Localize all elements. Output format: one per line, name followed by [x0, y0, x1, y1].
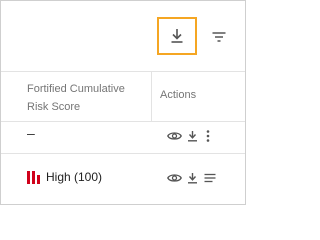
- header-divider: [1, 121, 245, 122]
- download-icon[interactable]: [187, 129, 198, 143]
- download-icon[interactable]: [187, 171, 198, 185]
- row-actions: [167, 171, 216, 185]
- table-top-divider: [1, 71, 245, 72]
- menu-lines-icon[interactable]: [204, 171, 216, 185]
- download-icon: [170, 28, 184, 44]
- download-button[interactable]: [157, 17, 197, 55]
- row-divider: [1, 153, 245, 154]
- more-vertical-icon[interactable]: [206, 129, 210, 143]
- filter-button[interactable]: [209, 27, 229, 47]
- risk-score-label: High (100): [46, 170, 103, 184]
- view-icon[interactable]: [167, 171, 182, 185]
- risk-score-cell: High (100): [27, 170, 102, 184]
- view-icon[interactable]: [167, 129, 182, 143]
- filter-icon: [212, 31, 226, 43]
- row-actions: [167, 129, 210, 143]
- column-header-actions: Actions: [160, 89, 197, 101]
- column-header-risk-score[interactable]: Fortified Cumulative Risk Score: [27, 80, 145, 116]
- risk-score-empty: –: [27, 125, 35, 141]
- header-column-divider: [151, 71, 152, 121]
- risk-table-panel: Fortified Cumulative Risk Score Actions …: [0, 0, 246, 205]
- risk-level-bars-icon: [27, 170, 40, 184]
- toolbar: [1, 1, 245, 71]
